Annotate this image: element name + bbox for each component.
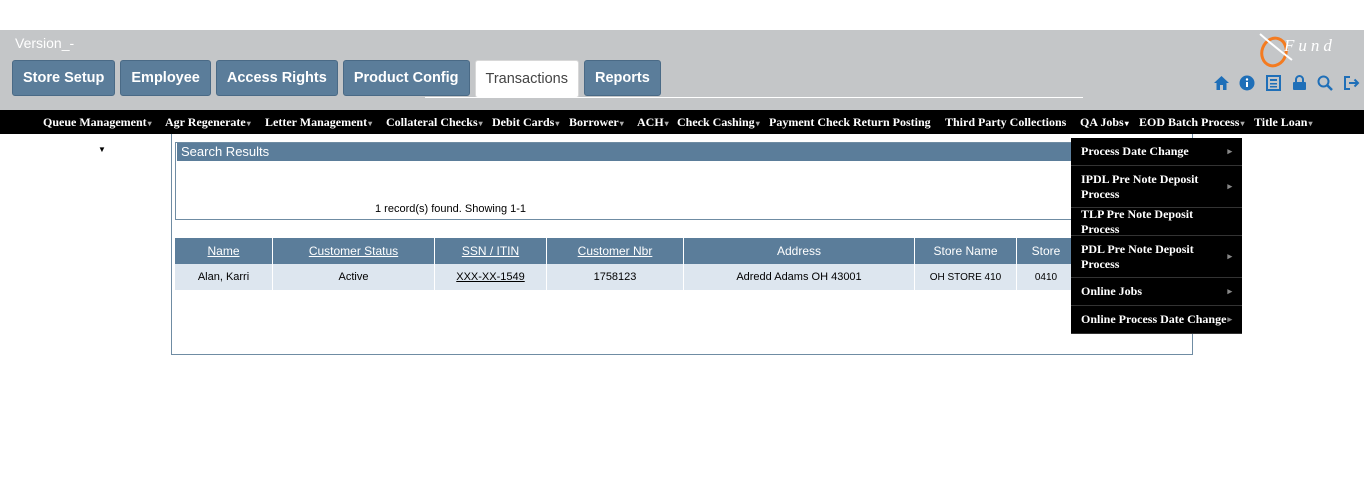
menu-label: Payment Check Return Posting — [769, 115, 931, 129]
column-header-address: Address — [683, 238, 915, 264]
column-header-name[interactable]: Name — [175, 238, 273, 264]
column-header-store-name: Store Name — [914, 238, 1017, 264]
menu-ach[interactable]: ACH▾ — [637, 110, 669, 134]
chevron-right-icon: ▸ — [1227, 286, 1232, 296]
menu-debit-cards[interactable]: Debit Cards▾ — [492, 110, 559, 134]
dropdown-item-label: Online Jobs — [1081, 284, 1143, 298]
chevron-right-icon: ▸ — [1227, 181, 1232, 191]
column-header-ssn-itin[interactable]: SSN / ITIN — [434, 238, 547, 264]
tab-store-setup[interactable]: Store Setup — [12, 60, 116, 96]
cell-customer-nbr: 1758123 — [546, 264, 684, 290]
chevron-right-icon: ▸ — [1227, 146, 1232, 156]
table-header-row: Name Customer Status SSN / ITIN Customer… — [175, 238, 1076, 264]
dropdown-item-ipdl-pre-note-deposit-process[interactable]: IPDL Pre Note Deposit Process ▸ — [1071, 166, 1242, 208]
column-header-store: Store — [1016, 238, 1076, 264]
dropdown-item-online-jobs[interactable]: Online Jobs ▸ — [1071, 278, 1242, 306]
table-row: Alan, Karri Active XXX-XX-1549 1758123 A… — [175, 264, 1076, 290]
dropdown-item-pdl-pre-note-deposit-process[interactable]: PDL Pre Note Deposit Process ▸ — [1071, 236, 1242, 278]
records-found-text: 1 record(s) found. Showing 1-1 — [375, 203, 527, 215]
dropdown-item-tlp-pre-note-deposit-process[interactable]: TLP Pre Note Deposit Process — [1071, 206, 1242, 236]
menu-label: Third Party Collections — [945, 115, 1067, 129]
header-icons — [1212, 74, 1360, 92]
logo-text: Fund — [1284, 36, 1336, 55]
cell-address: Adredd Adams OH 43001 — [683, 264, 915, 290]
menu-letter-management[interactable]: Letter Management▾ — [265, 110, 372, 134]
menu-label: Borrower — [569, 115, 619, 129]
menu-label: QA Jobs — [1080, 115, 1124, 129]
menu-label: ACH — [637, 115, 664, 129]
tab-product-config[interactable]: Product Config — [342, 60, 470, 96]
chevron-down-icon: ▾ — [619, 119, 624, 128]
menu-third-party-collections[interactable]: Third Party Collections — [945, 110, 1066, 134]
home-icon[interactable] — [1212, 74, 1230, 92]
dropdown-item-online-process-date-change[interactable]: Online Process Date Change ▸ — [1071, 306, 1242, 334]
chevron-down-icon: ▾ — [664, 119, 669, 128]
search-results-header: Search Results — [177, 143, 1173, 161]
menu-label: Agr Regenerate — [165, 115, 246, 129]
version-label: Version_- — [15, 35, 75, 51]
menu-check-cashing[interactable]: Check Cashing▾ — [677, 110, 760, 134]
caret-down-icon[interactable]: ▼ — [98, 145, 106, 154]
calculator-icon[interactable] — [1264, 74, 1282, 92]
menu-title-loan[interactable]: Title Loan▾ — [1254, 110, 1312, 134]
dropdown-item-label: PDL Pre Note Deposit Process — [1081, 241, 1194, 271]
menu-label: Letter Management — [265, 115, 368, 129]
dropdown-item-label: IPDL Pre Note Deposit Process — [1081, 171, 1199, 201]
cell-store-name: OH STORE 410 — [914, 264, 1017, 290]
tab-reports[interactable]: Reports — [584, 60, 661, 96]
menu-collateral-checks[interactable]: Collateral Checks▾ — [386, 110, 483, 134]
dropdown-item-label: TLP Pre Note Deposit Process — [1081, 206, 1194, 236]
menu-label: EOD Batch Process — [1139, 115, 1240, 129]
dropdown-item-process-date-change[interactable]: Process Date Change ▸ — [1071, 138, 1242, 166]
menu-label: Title Loan — [1254, 115, 1308, 129]
chevron-right-icon: ▸ — [1227, 251, 1232, 261]
menu-label: Check Cashing — [677, 115, 755, 129]
tab-employee[interactable]: Employee — [120, 60, 211, 96]
dropdown-item-label: Online Process Date Change — [1081, 312, 1227, 326]
chevron-down-icon: ▾ — [755, 119, 760, 128]
menu-borrower[interactable]: Borrower▾ — [569, 110, 624, 134]
qa-jobs-dropdown: Process Date Change ▸ IPDL Pre Note Depo… — [1071, 138, 1242, 334]
menu-label: Queue Management — [43, 115, 147, 129]
menu-eod-batch-process[interactable]: EOD Batch Process▾ — [1139, 110, 1244, 134]
cell-store: 0410 — [1016, 264, 1076, 290]
search-icon[interactable] — [1316, 74, 1334, 92]
tab-transactions[interactable]: Transactions — [474, 60, 579, 98]
lock-icon[interactable] — [1290, 74, 1308, 92]
chevron-down-icon: ▾ — [368, 119, 373, 128]
chevron-down-icon: ▾ — [478, 119, 483, 128]
info-icon[interactable] — [1238, 74, 1256, 92]
menu-label: Collateral Checks — [386, 115, 478, 129]
dropdown-item-label: Process Date Change — [1081, 144, 1189, 158]
menu-agr-regenerate[interactable]: Agr Regenerate▾ — [165, 110, 251, 134]
cell-ssn-link[interactable]: XXX-XX-1549 — [434, 264, 547, 290]
tab-access-rights[interactable]: Access Rights — [215, 60, 338, 96]
menu-payment-check-return-posting[interactable]: Payment Check Return Posting — [769, 110, 931, 134]
chevron-right-icon: ▸ — [1227, 314, 1232, 324]
app-header: Version_- Store Setup Employee Access Ri… — [0, 30, 1364, 110]
chevron-down-icon: ▾ — [1124, 119, 1129, 128]
chevron-down-icon: ▾ — [147, 119, 152, 128]
menu-label: Debit Cards — [492, 115, 555, 129]
column-header-customer-nbr[interactable]: Customer Nbr — [546, 238, 684, 264]
logout-icon[interactable] — [1342, 74, 1360, 92]
main-tabs: Store Setup Employee Access Rights Produ… — [12, 60, 661, 98]
chevron-down-icon: ▾ — [246, 119, 251, 128]
qfund-logo: Fund — [1256, 30, 1364, 70]
chevron-down-icon: ▾ — [555, 119, 560, 128]
tab-underline — [425, 97, 1083, 98]
menu-qa-jobs[interactable]: QA Jobs▾ — [1080, 110, 1129, 134]
menu-queue-management[interactable]: Queue Management▾ — [43, 110, 152, 134]
cell-customer-status: Active — [272, 264, 435, 290]
transactions-menu-bar: Queue Management▾ Agr Regenerate▾ Letter… — [0, 110, 1364, 134]
chevron-down-icon: ▾ — [1308, 119, 1313, 128]
chevron-down-icon: ▾ — [1240, 119, 1245, 128]
column-header-customer-status[interactable]: Customer Status — [272, 238, 435, 264]
cell-name: Alan, Karri — [175, 264, 273, 290]
customer-results-table: Name Customer Status SSN / ITIN Customer… — [175, 238, 1076, 290]
